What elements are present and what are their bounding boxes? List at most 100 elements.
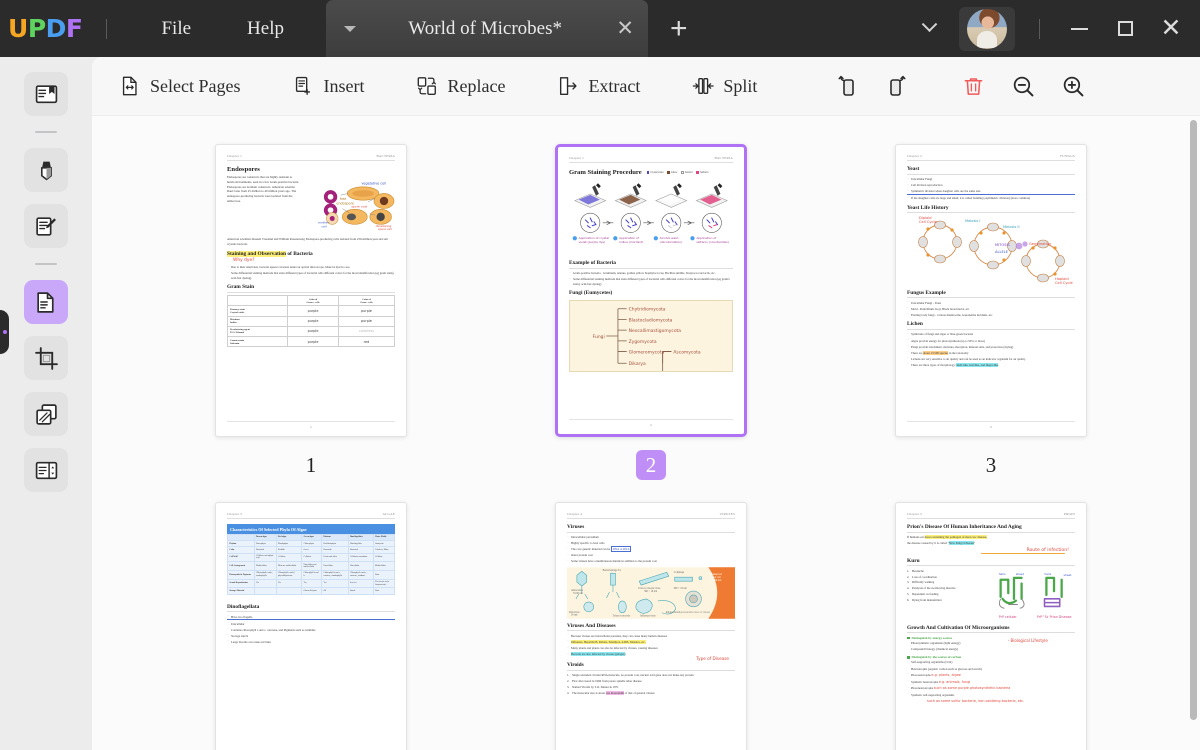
page5-v1-text: Single-stranded circular RNA molecule, n… bbox=[572, 673, 694, 678]
cell: Chlorophyll a and c, xanthophylls bbox=[253, 570, 277, 580]
page-thumbnail-1[interactable]: Chapter 1 BACTERIA Endospores Endospores… bbox=[215, 144, 407, 437]
page4-header-left: Chapter 3 bbox=[227, 512, 243, 516]
sidebar-item-annotate[interactable] bbox=[24, 148, 68, 192]
svg-text:sheet: sheet bbox=[1064, 573, 1073, 577]
extract-button[interactable]: Extract bbox=[544, 66, 653, 106]
svg-text:iodine (mordant): iodine (mordant) bbox=[619, 240, 643, 244]
chevron-down-icon[interactable] bbox=[343, 25, 356, 32]
page6-k6-text: Dying from malnutrition bbox=[912, 597, 942, 602]
replace-label: Replace bbox=[447, 75, 506, 96]
svg-text:Representative sizes of viruse: Representative sizes of viruses bbox=[679, 611, 710, 614]
svg-text:Fungi: Fungi bbox=[593, 334, 605, 340]
svg-text:spore cell: spore cell bbox=[378, 227, 392, 231]
page1-r2-plus: purple bbox=[287, 315, 339, 327]
page4-heading-dino: Dinoflagellata bbox=[227, 604, 395, 612]
book-reader-icon bbox=[35, 84, 57, 103]
page1-footer: 1 bbox=[227, 421, 395, 429]
app-body: Select Pages Insert Replace Extract Spli… bbox=[0, 57, 1200, 750]
rotate-left-button[interactable] bbox=[826, 66, 868, 106]
page5-highlight-phages: Bacteria are also infected by viruses (p… bbox=[571, 652, 626, 657]
vertical-scrollbar[interactable] bbox=[1190, 120, 1197, 740]
new-tab-button[interactable]: + bbox=[670, 13, 688, 44]
account-button[interactable] bbox=[959, 6, 1015, 51]
sidebar-item-batch[interactable] bbox=[24, 392, 68, 436]
page-thumbnail-2[interactable]: Chapter 1 BACTERIA Gram Staining Procedu… bbox=[555, 144, 747, 437]
page2-fungi-tree: Fungi Chytridiomycota Blastocladiomycota… bbox=[569, 300, 733, 379]
select-pages-button[interactable]: Select Pages bbox=[106, 66, 253, 106]
replace-button[interactable]: Replace bbox=[403, 66, 518, 106]
table-row: Cell Arrangement Multicellular Most are … bbox=[227, 561, 396, 571]
svg-text:MITOSIS: MITOSIS bbox=[995, 243, 1011, 247]
page3-ex-1: Unicellular Fungi - Yeast bbox=[907, 300, 1075, 306]
page5-b3: The core genetic material can be DNA or … bbox=[567, 546, 735, 553]
page5-highlight-molecular: one thousandth bbox=[605, 690, 624, 695]
page5-virus-diagram: Adenovirus 70-90 nm Bacteriophage T4 Toba… bbox=[567, 567, 735, 619]
page4-dino-2: Unicellular bbox=[227, 621, 395, 627]
split-button[interactable]: Split bbox=[679, 66, 770, 106]
menu-file[interactable]: File bbox=[133, 18, 219, 40]
minimize-button[interactable] bbox=[1056, 7, 1102, 51]
rotate-right-button[interactable] bbox=[876, 66, 918, 106]
page1-header-left: Chapter 1 bbox=[227, 154, 243, 158]
page6-para1-highlight: meat containing the pathogen of mad cow … bbox=[924, 535, 987, 539]
page5-d3: Many plants and plants can also be infec… bbox=[567, 646, 735, 651]
page1-header-right: BACTERIA bbox=[376, 154, 395, 158]
maximize-button[interactable] bbox=[1102, 7, 1148, 51]
left-sidebar bbox=[0, 57, 92, 750]
table-row: Storage Material Glucan Polymer Oil Star… bbox=[227, 587, 396, 595]
cell: Multicellular bbox=[372, 561, 396, 571]
more-options-button[interactable] bbox=[907, 7, 951, 51]
zoom-in-button[interactable] bbox=[1052, 66, 1094, 106]
sidebar-item-form[interactable] bbox=[24, 448, 68, 492]
page5-heading-diseases: Viruses And Diseases bbox=[567, 623, 735, 632]
table-row: Cell Wall Cellulose and alginic acid Cel… bbox=[227, 552, 396, 563]
page6-para1-pre: If humans eat bbox=[907, 535, 925, 539]
page5-d4: Bacteria are also infected by viruses (p… bbox=[567, 652, 735, 657]
page3-highlight-morphology: shell-like, leaf-like, and finger-like bbox=[956, 362, 999, 367]
page-thumbnail-3[interactable]: Chapter 2 FUNGUS Yeast Unicellular Fungi… bbox=[895, 144, 1087, 437]
page6-header-right: PRION bbox=[1063, 512, 1075, 516]
page5-ink-note: Type of Disease bbox=[696, 656, 729, 662]
sidebar-item-reader[interactable] bbox=[24, 72, 68, 116]
scrollbar-thumb[interactable] bbox=[1190, 120, 1197, 720]
page6-bb-1: Photoautotrophs e.g. plants, algae bbox=[907, 672, 1075, 678]
insert-button[interactable]: Insert bbox=[279, 66, 377, 106]
sidebar-item-edit-pdf[interactable] bbox=[24, 204, 68, 248]
cell: Cellulose and alginic acid bbox=[253, 552, 277, 563]
page-number-3[interactable]: 3 bbox=[976, 450, 1006, 480]
close-icon[interactable]: ✕ bbox=[616, 18, 634, 39]
page6-header-left: Chapter 5 bbox=[907, 512, 923, 516]
page4-r6-label: Storage Material bbox=[227, 587, 255, 595]
page1-r3-minus: colorless bbox=[337, 325, 396, 337]
page3-lic-2: Algae provide energy for photosynthesis … bbox=[907, 338, 1075, 344]
sidebar-collapse-handle[interactable] bbox=[0, 310, 9, 354]
svg-text:10,000 nm: 10,000 nm bbox=[710, 579, 721, 582]
page3-lic-1: Symbiosis of fungi and algae or blue-gre… bbox=[907, 332, 1075, 337]
page-number-1[interactable]: 1 bbox=[296, 450, 326, 480]
page-thumbnail-5[interactable]: Chapter 4 VIRUSES Viruses Intracellular … bbox=[555, 502, 747, 750]
page1-th-minus: Color of Gram - cells bbox=[337, 295, 396, 307]
page5-b5: Some viruses have a membranous mantle in… bbox=[567, 559, 735, 564]
page5-v3: 3. Named Viroids by T.O. Diener in 1971 bbox=[567, 684, 619, 689]
page-thumbnail-4[interactable]: Chapter 3 ALGAE Characteristics Of Selec… bbox=[215, 502, 407, 750]
zoom-out-button[interactable] bbox=[1002, 66, 1044, 106]
svg-text:sheet: sheet bbox=[1016, 572, 1025, 576]
sidebar-item-crop[interactable] bbox=[24, 336, 68, 380]
close-window-button[interactable]: ✕ bbox=[1148, 7, 1194, 51]
page5-title: Viruses bbox=[567, 524, 735, 533]
page5-v4: 4. The molecular size is about one thousa… bbox=[567, 690, 655, 695]
svg-text:70-90 nm: 70-90 nm bbox=[573, 592, 583, 595]
document-tab[interactable]: World of Microbes* ✕ bbox=[325, 0, 648, 57]
page-thumbnail-6[interactable]: Chapter 5 PRION Prion's Disease Of Human… bbox=[895, 502, 1087, 750]
cell: Chlorophyll a and c, carotene, xanthophy… bbox=[321, 570, 349, 580]
delete-button[interactable] bbox=[952, 66, 994, 106]
svg-text:Meiosis II: Meiosis II bbox=[1003, 225, 1020, 229]
pages-container[interactable]: Chapter 1 BACTERIA Endospores Endospores… bbox=[92, 116, 1200, 750]
page-number-2[interactable]: 2 bbox=[636, 450, 666, 480]
sidebar-item-organize-pages[interactable] bbox=[24, 280, 68, 324]
page6-bb-4: Synthetic self-supporting organisms bbox=[907, 693, 1075, 698]
cell bbox=[253, 587, 277, 595]
extract-page-icon bbox=[560, 77, 578, 95]
page5-d1: Because viruses are intracellular parasi… bbox=[567, 633, 735, 639]
menu-help[interactable]: Help bbox=[219, 18, 312, 40]
